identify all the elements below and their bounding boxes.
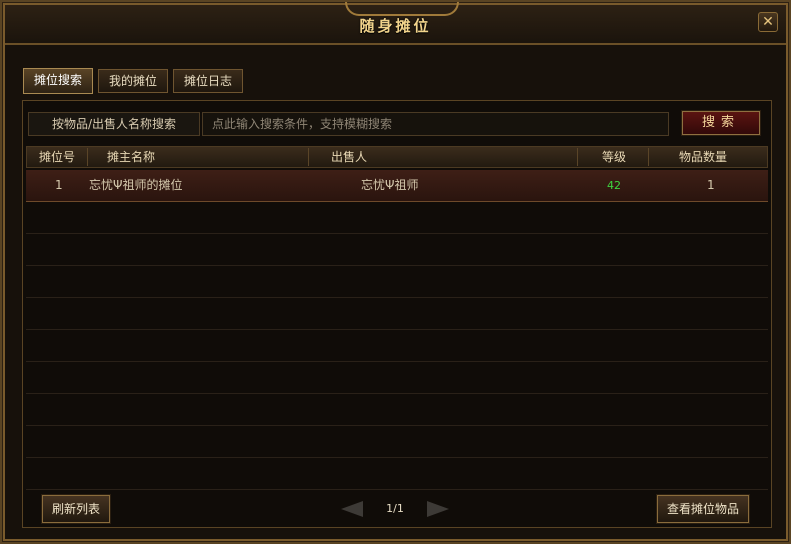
search-label: 按物品/出售人名称搜索 [28,112,200,136]
table-row-empty [26,298,768,330]
tab-stall-search[interactable]: 摊位搜索 [23,68,93,94]
table-row-empty [26,234,768,266]
close-icon[interactable]: ✕ [758,12,778,32]
header-divider [577,148,578,166]
table-row-empty [26,266,768,298]
header-item-count: 物品数量 [679,150,728,164]
header-owner-name: 摊主名称 [107,150,156,164]
tab-my-stall[interactable]: 我的摊位 [98,69,168,93]
table-row[interactable]: 1 忘忧Ψ祖师的摊位 忘忧Ψ祖师 42 1 [26,170,768,202]
header-stall-number: 摊位号 [39,150,76,164]
search-input[interactable]: 点此输入搜索条件，支持模糊搜索 [202,112,669,136]
header-divider [87,148,88,166]
table-row-empty [26,426,768,458]
tab-stall-log[interactable]: 摊位日志 [173,69,243,93]
table-row-empty [26,394,768,426]
cell-seller: 忘忧Ψ祖师 [361,178,419,192]
table-row-empty [26,330,768,362]
header-divider [308,148,309,166]
table-row-empty [26,202,768,234]
cell-stall-name: 忘忧Ψ祖师的摊位 [89,178,183,192]
cell-item-count: 1 [707,178,715,192]
page-indicator: 1/1 [386,502,404,515]
stall-window: 随身摊位 ✕ 摊位搜索 我的摊位 摊位日志 按物品/出售人名称搜索 点此输入搜索… [0,0,791,544]
window-title: 随身摊位 [359,17,432,35]
title-bar[interactable]: 随身摊位 [5,2,786,45]
header-seller: 出售人 [331,150,368,164]
search-button[interactable]: 搜索 [681,110,761,136]
next-page-icon[interactable] [427,501,449,517]
header-divider [648,148,649,166]
table-row-empty [26,362,768,394]
title-ornament [345,2,459,16]
view-stall-items-button[interactable]: 查看摊位物品 [656,494,750,524]
header-level: 等级 [602,150,627,164]
refresh-list-button[interactable]: 刷新列表 [41,494,111,524]
cell-level: 42 [607,179,621,192]
prev-page-icon[interactable] [341,501,363,517]
table-header: 摊位号 摊主名称 出售人 等级 物品数量 [26,146,768,168]
table-row-empty [26,458,768,490]
cell-stall-number: 1 [55,178,63,192]
